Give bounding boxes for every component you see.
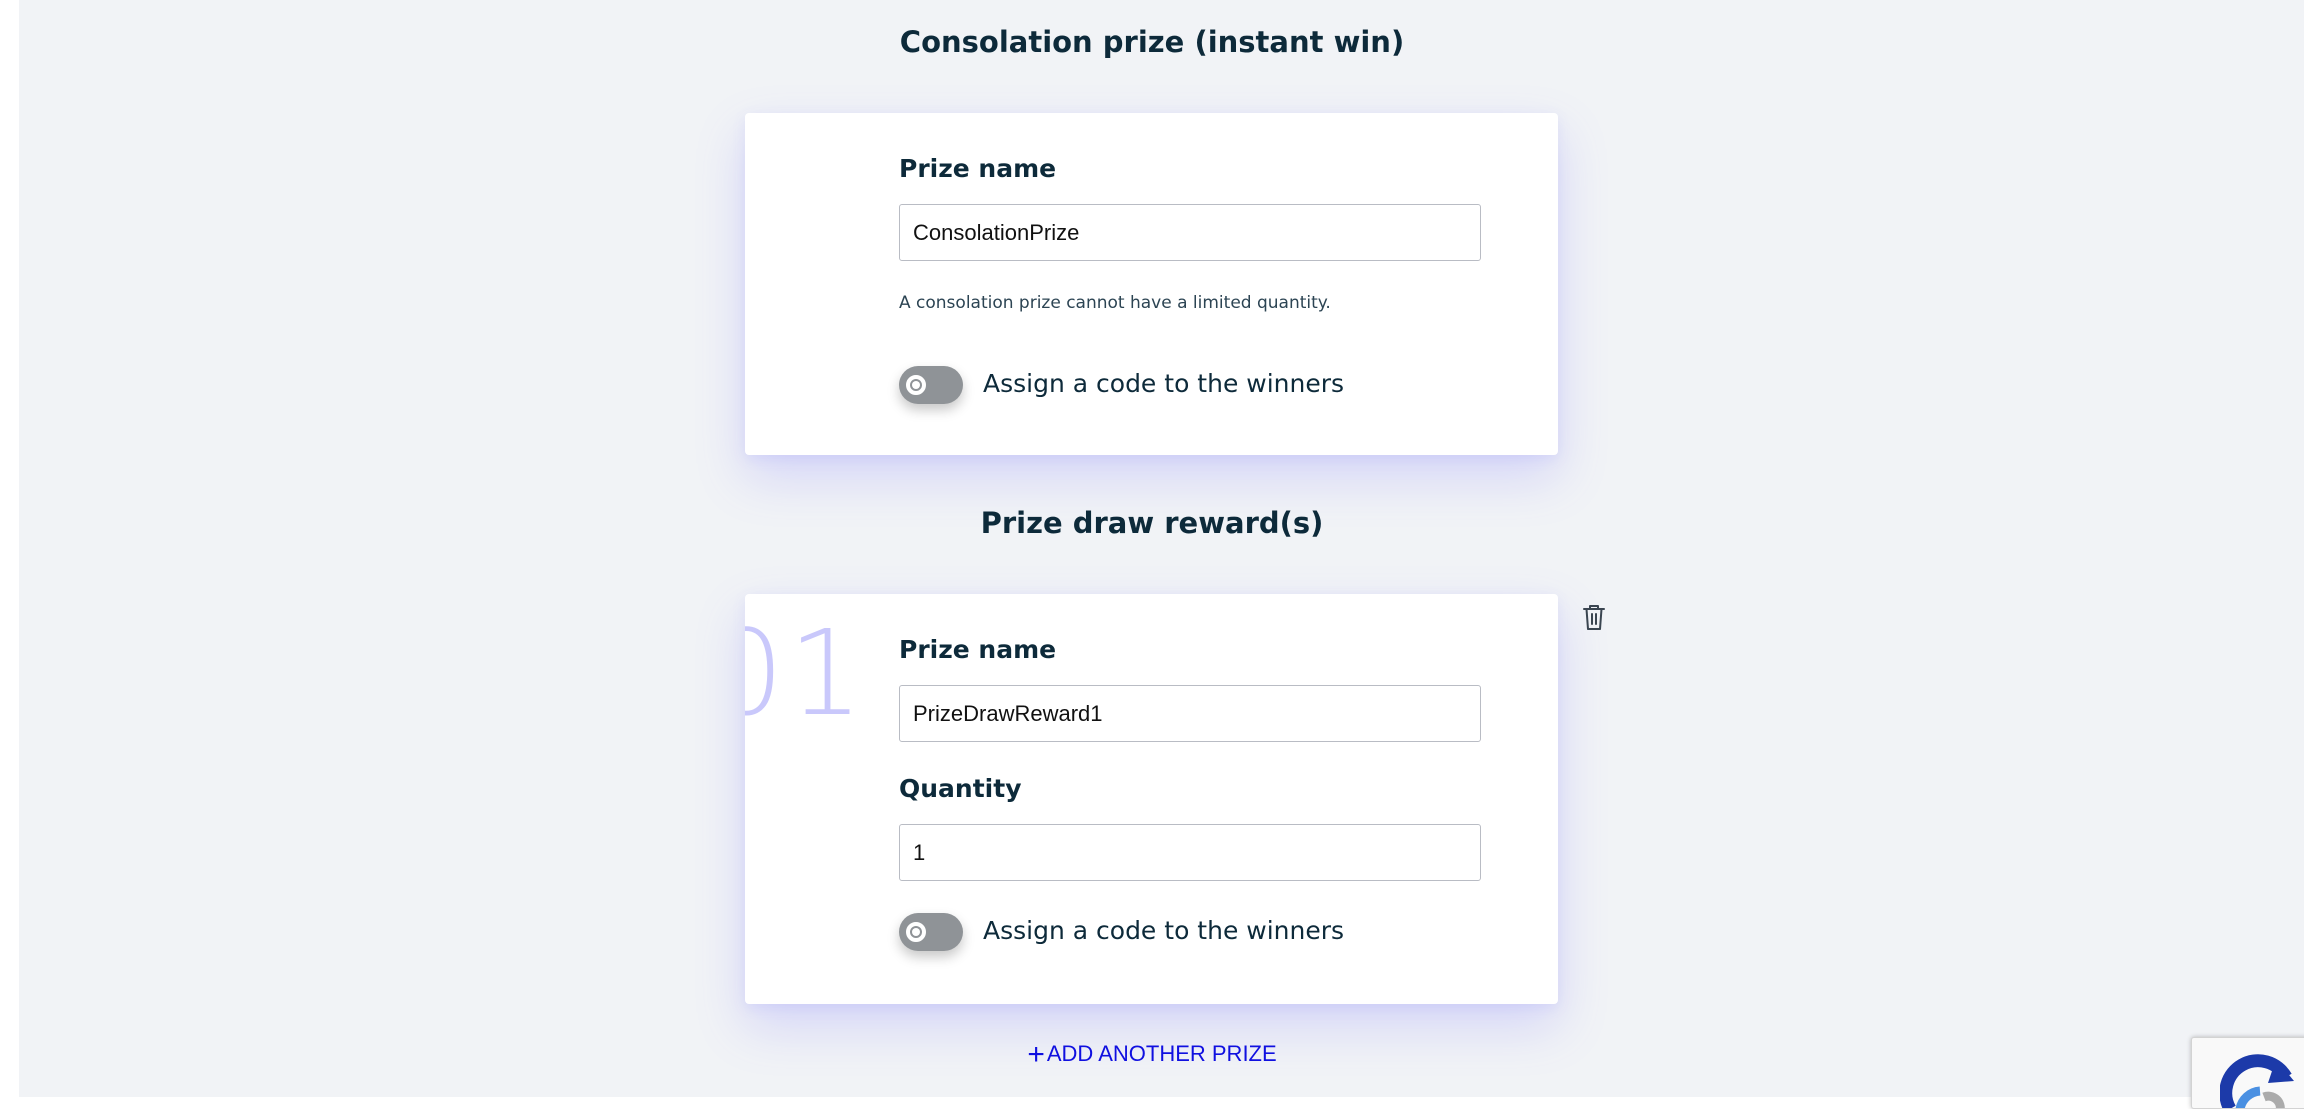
add-another-prize-label: ADD ANOTHER PRIZE: [1046, 1041, 1277, 1066]
recaptcha-logo-icon: [2220, 1054, 2294, 1108]
quantity-label: Quantity: [899, 774, 1022, 803]
reward-assign-code-label: Assign a code to the winners: [983, 916, 1345, 945]
reward-prize-name-input[interactable]: [899, 685, 1481, 742]
reward-quantity-input[interactable]: [899, 824, 1481, 881]
prize-name-label: Prize name: [899, 154, 1057, 183]
consolation-prize-name-input[interactable]: [899, 204, 1481, 261]
prize-number: 01: [745, 618, 855, 728]
prize-draw-reward-card: 01 Prize name Quantity Assign a code to …: [745, 594, 1558, 1004]
trash-icon[interactable]: [1582, 603, 1606, 631]
recaptcha-badge[interactable]: [2191, 1037, 2304, 1109]
reward-assign-code-toggle[interactable]: [899, 913, 963, 951]
toggle-knob: [906, 922, 926, 942]
prize-number-text: 01: [745, 618, 855, 728]
consolation-section-title: Consolation prize (instant win): [899, 25, 1405, 59]
plus-icon: +: [1027, 1038, 1045, 1071]
toggle-knob: [906, 375, 926, 395]
consolation-quantity-hint: A consolation prize cannot have a limite…: [899, 293, 1331, 313]
add-another-prize-button[interactable]: +ADD ANOTHER PRIZE: [0, 1038, 2304, 1072]
consolation-prize-card: Prize name A consolation prize cannot ha…: [745, 113, 1558, 455]
prize-draw-section-title: Prize draw reward(s): [980, 506, 1324, 540]
consolation-assign-code-toggle[interactable]: [899, 366, 963, 404]
consolation-assign-code-label: Assign a code to the winners: [983, 369, 1345, 398]
prize-name-label: Prize name: [899, 635, 1057, 664]
